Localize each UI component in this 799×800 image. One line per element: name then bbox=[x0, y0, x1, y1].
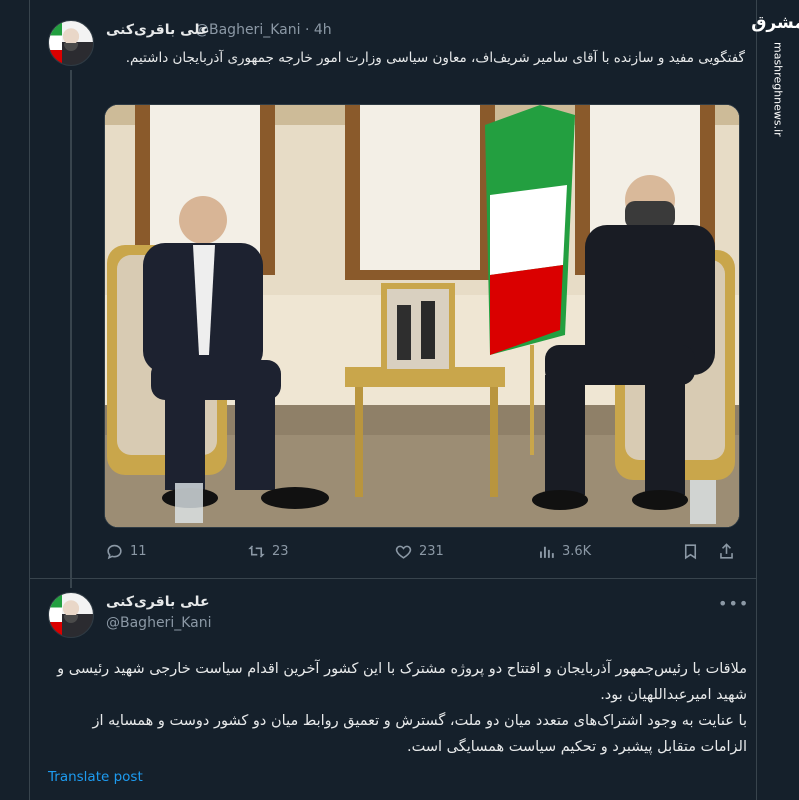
watermark-site: mashreghnews.ir bbox=[771, 42, 785, 137]
avatar-detail bbox=[64, 43, 78, 51]
tweet1-photo[interactable] bbox=[104, 104, 740, 528]
view-count: 3.6K bbox=[562, 544, 592, 559]
watermark-logo: مشرق bbox=[751, 13, 799, 33]
flag-icon bbox=[49, 593, 62, 637]
timeline-border-left bbox=[29, 0, 30, 800]
tweet1-meta: @Bagheri_Kani · 4h bbox=[195, 22, 332, 38]
avatar[interactable] bbox=[48, 20, 94, 66]
reply-count: 11 bbox=[130, 544, 147, 559]
tweet2-paragraph-1: ملاقات با رئیس‌جمهور آذربایجان و افتتاح … bbox=[57, 661, 747, 703]
watermark: مشرق mashreghnews.ir bbox=[751, 12, 799, 137]
heart-icon bbox=[395, 545, 412, 559]
bookmark-button[interactable] bbox=[681, 542, 700, 561]
like-count: 231 bbox=[419, 544, 444, 559]
more-options-icon[interactable]: ••• bbox=[718, 594, 749, 613]
share-icon bbox=[720, 543, 733, 559]
repost-icon bbox=[248, 545, 265, 558]
tweet1-actions: 11 23 231 3.6K bbox=[100, 542, 745, 564]
repost-count: 23 bbox=[272, 544, 289, 559]
like-button[interactable]: 231 bbox=[394, 542, 444, 561]
thread-connector-line bbox=[70, 70, 72, 588]
timeline-border-right bbox=[756, 0, 757, 800]
reply-icon bbox=[107, 544, 122, 560]
tweet2-handle[interactable]: @Bagheri_Kani bbox=[106, 615, 211, 631]
repost-button[interactable]: 23 bbox=[247, 542, 289, 561]
reply-button[interactable]: 11 bbox=[105, 542, 147, 561]
tweet1-handle[interactable]: @Bagheri_Kani bbox=[195, 22, 300, 38]
views-icon bbox=[540, 546, 554, 558]
views-button[interactable]: 3.6K bbox=[537, 542, 591, 561]
tweet2-paragraph-2: با عنایت به وجود اشتراک‌های متعدد میان د… bbox=[92, 713, 747, 755]
meeting-photo bbox=[105, 105, 739, 527]
share-button[interactable] bbox=[717, 542, 736, 561]
tweet2-text: ملاقات با رئیس‌جمهور آذربایجان و افتتاح … bbox=[50, 656, 747, 760]
bookmark-icon bbox=[684, 544, 697, 560]
avatar[interactable] bbox=[48, 592, 94, 638]
tweet-divider bbox=[30, 578, 756, 579]
tweet2-author-name[interactable]: علی باقری‌کنی bbox=[106, 594, 210, 610]
avatar-detail bbox=[64, 615, 78, 623]
tweet1-author-name[interactable]: علی باقری‌کنی bbox=[106, 22, 210, 38]
tweet1-text: گفتگویی مفید و سازنده با آقای سامیر شریف… bbox=[125, 50, 745, 66]
flag-icon bbox=[49, 21, 62, 65]
translate-post-link[interactable]: Translate post bbox=[48, 769, 143, 785]
tweet1-time[interactable]: · 4h bbox=[305, 22, 332, 38]
